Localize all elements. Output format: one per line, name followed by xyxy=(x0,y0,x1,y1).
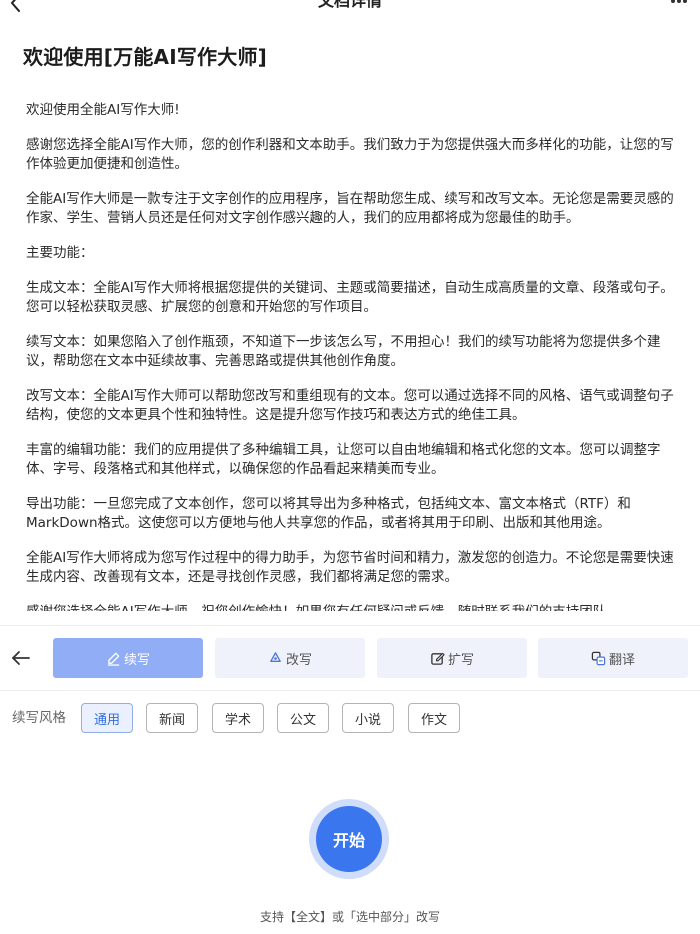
document-paragraph: 主要功能： xyxy=(26,245,94,261)
style-option-essay[interactable]: 作文 xyxy=(408,703,460,733)
document-paragraph: 生成文本：全能AI写作大师将根据您提供的关键词、主题或简要描述，自动生成高质量的… xyxy=(26,280,674,315)
tab-translate[interactable]: 翻译 xyxy=(538,638,688,678)
tab-expand[interactable]: 扩写 xyxy=(377,638,527,678)
hint-text: 支持【全文】或「选中部分」改写 xyxy=(259,910,440,924)
tab-continue-writing[interactable]: 续写 xyxy=(53,638,203,678)
style-option-general[interactable]: 通用 xyxy=(81,703,133,733)
tab-label: 翻译 xyxy=(608,652,635,668)
tab-label: 改写 xyxy=(285,652,312,668)
nav-bar: 文档详情 xyxy=(0,0,700,14)
document-body[interactable]: 欢迎使用全能AI写作大师! 感谢您选择全能AI写作大师，您的创作利器和文本助手。… xyxy=(26,101,674,611)
panel-divider xyxy=(0,690,700,691)
document-paragraph: 全能AI写作大师是一款专注于文字创作的应用程序，旨在帮助您生成、续写和改写文本。… xyxy=(26,191,674,226)
document-paragraph: 感谢您选择全能AI写作大师，祝您创作愉快！如果您有任何疑问或反馈，随时联系我们的… xyxy=(26,603,674,611)
page-title: 文档详情 xyxy=(317,0,382,10)
style-option-academic[interactable]: 学术 xyxy=(212,703,264,733)
pen-icon xyxy=(107,652,120,666)
document-title: 欢迎使用[万能AI写作大师] xyxy=(23,45,268,69)
recycle-icon xyxy=(270,651,281,662)
style-option-news[interactable]: 新闻 xyxy=(146,703,198,733)
tab-rewrite[interactable]: 改写 xyxy=(215,638,365,678)
arrow-left-icon[interactable] xyxy=(10,648,32,668)
more-dots-icon[interactable] xyxy=(670,0,688,4)
document-paragraph: 欢迎使用全能AI写作大师! xyxy=(26,102,180,118)
edit-square-icon xyxy=(431,652,445,665)
document-paragraph: 导出功能：一旦您完成了文本创作，您可以将其导出为多种格式，包括纯文本、富文本格式… xyxy=(26,496,631,531)
document-paragraph: 丰富的编辑功能：我们的应用提供了多种编辑工具，让您可以自由地编辑和格式化您的文本… xyxy=(26,442,661,477)
translate-icon xyxy=(591,651,606,665)
style-label: 续写风格 xyxy=(12,710,66,726)
document-paragraph: 续写文本：如果您陷入了创作瓶颈，不知道下一步该怎么写，不用担心！我们的续写功能将… xyxy=(26,334,661,369)
document-paragraph: 全能AI写作大师将成为您写作过程中的得力助手，为您节省时间和精力，激发您的创造力… xyxy=(26,550,674,585)
start-button[interactable]: 开始 xyxy=(316,806,382,872)
document-paragraph: 改写文本：全能AI写作大师可以帮助您改写和重组现有的文本。您可以通过选择不同的风… xyxy=(26,388,674,423)
tab-label: 续写 xyxy=(123,652,150,668)
panel-divider xyxy=(0,625,700,626)
document-paragraph: 感谢您选择全能AI写作大师，您的创作利器和文本助手。我们致力于为您提供强大而多样… xyxy=(26,137,674,172)
tab-label: 扩写 xyxy=(447,652,474,668)
style-option-official[interactable]: 公文 xyxy=(277,703,329,733)
style-option-novel[interactable]: 小说 xyxy=(342,703,394,733)
